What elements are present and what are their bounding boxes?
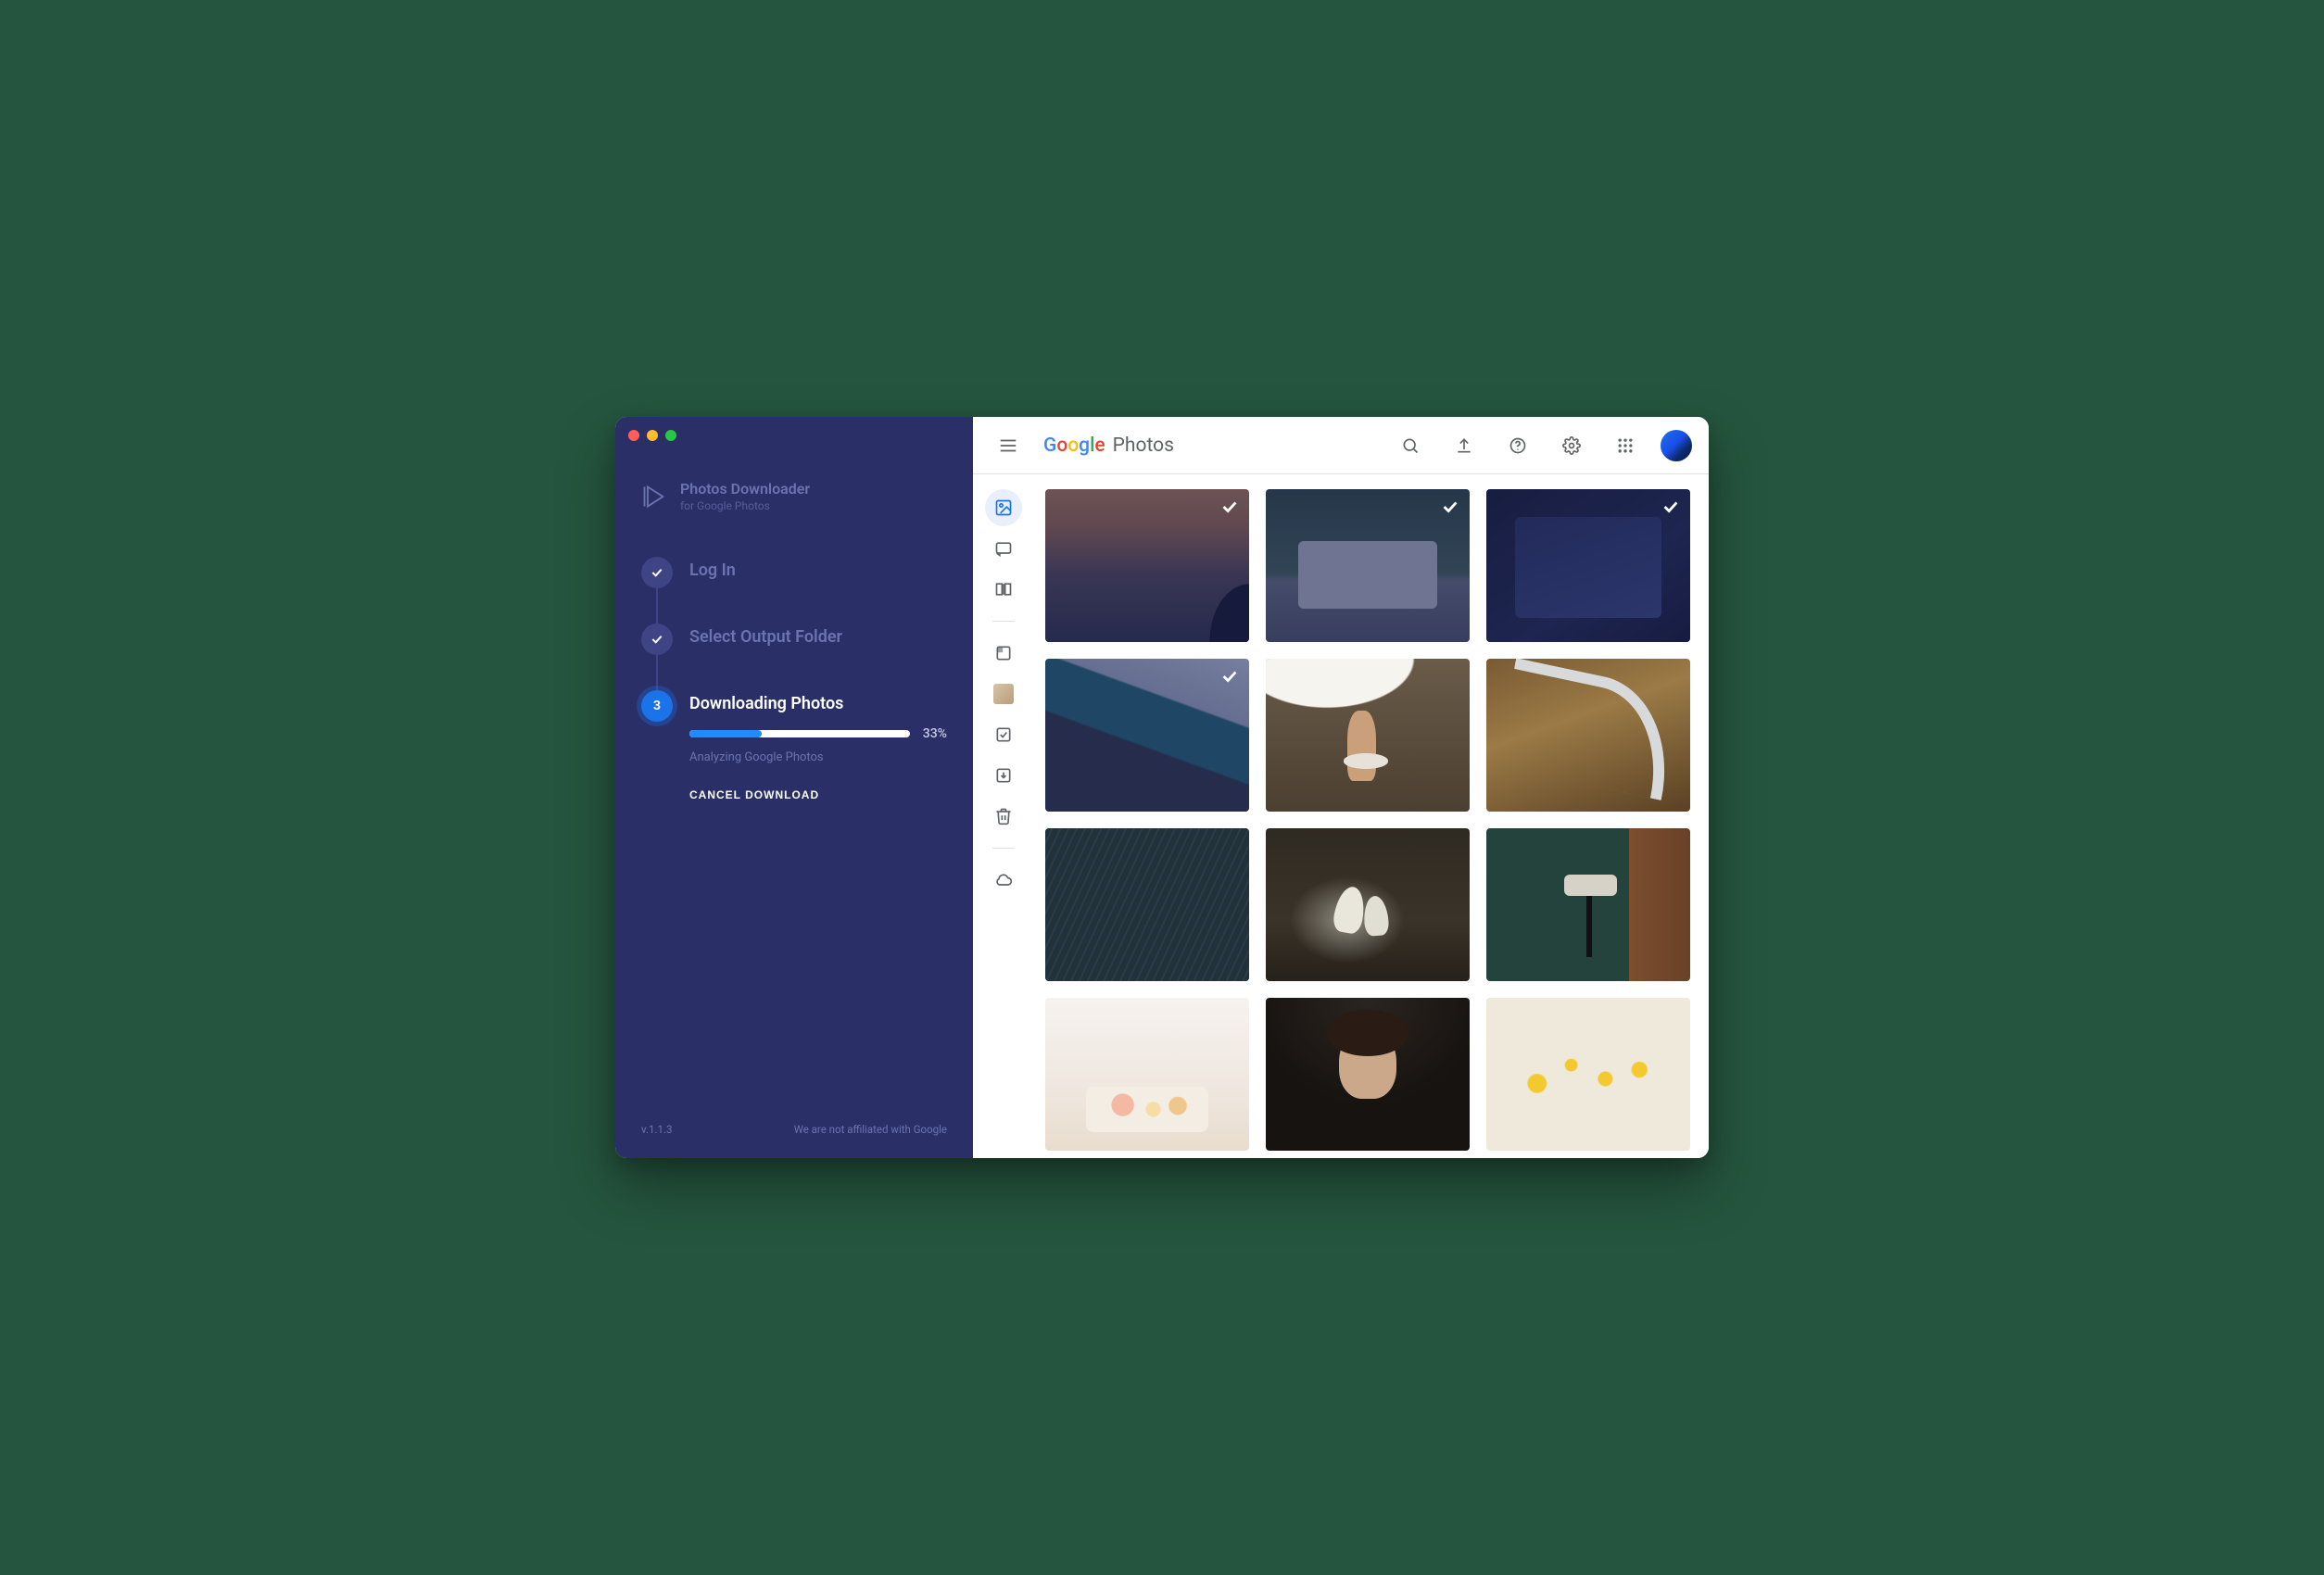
step-login-indicator: [641, 557, 673, 588]
gear-icon[interactable]: [1553, 427, 1590, 464]
step-login[interactable]: Log In: [641, 557, 947, 624]
step-output-folder-label: Select Output Folder: [689, 624, 842, 647]
app-subtitle: for Google Photos: [680, 499, 810, 512]
check-icon: [1661, 497, 1681, 517]
gp-nav-rail: [973, 474, 1034, 1158]
progress-bar: [689, 730, 910, 737]
gp-topbar: Google Photos: [973, 417, 1709, 474]
progress-bar-fill: [689, 730, 762, 737]
menu-icon[interactable]: [990, 427, 1027, 464]
window-close-button[interactable]: [628, 430, 639, 441]
rail-albums-icon[interactable]: [985, 635, 1022, 672]
app-disclaimer: We are not affiliated with Google: [794, 1123, 947, 1136]
help-icon[interactable]: [1499, 427, 1536, 464]
cancel-download-button[interactable]: CANCEL DOWNLOAD: [689, 788, 819, 801]
app-title: Photos Downloader: [680, 480, 810, 498]
check-icon: [1219, 497, 1240, 517]
step-output-folder-indicator: [641, 624, 673, 655]
photo-thumb[interactable]: [1266, 998, 1470, 1151]
photo-thumb[interactable]: [1486, 828, 1690, 981]
photo-grid-scroll[interactable]: [1034, 474, 1709, 1158]
photo-thumb[interactable]: [1045, 489, 1249, 642]
photo-thumb[interactable]: [1486, 659, 1690, 812]
photo-thumb[interactable]: [1045, 828, 1249, 981]
step-list: Log In Select Output Folder 3 Downloadin…: [615, 557, 973, 802]
apps-icon[interactable]: [1607, 427, 1644, 464]
step-login-label: Log In: [689, 557, 736, 580]
rail-archive-icon[interactable]: [985, 757, 1022, 794]
people-thumb-icon: [993, 684, 1014, 704]
photo-thumb[interactable]: [1266, 489, 1470, 642]
app-titles: Photos Downloader for Google Photos: [680, 480, 810, 512]
rail-sharing-icon[interactable]: [985, 530, 1022, 567]
google-photos-logo[interactable]: Google Photos: [1043, 435, 1174, 457]
window-zoom-button[interactable]: [665, 430, 676, 441]
upload-icon[interactable]: [1446, 427, 1483, 464]
app-version: v.1.1.3: [641, 1123, 672, 1136]
download-progress: 33% Analyzing Google Photos CANCEL DOWNL…: [689, 726, 947, 802]
sidebar-footer: v.1.1.3 We are not affiliated with Googl…: [615, 1123, 973, 1158]
step-downloading: 3 Downloading Photos 33% Analyzing Googl: [641, 690, 947, 802]
rail-favorites-icon[interactable]: [985, 716, 1022, 753]
window-controls: [628, 430, 676, 441]
rail-trash-icon[interactable]: [985, 798, 1022, 835]
app-logo-icon: [641, 484, 667, 510]
gp-body: [973, 474, 1709, 1158]
rail-library-icon[interactable]: [985, 571, 1022, 608]
photo-thumb[interactable]: [1045, 998, 1249, 1151]
google-photos-pane: Google Photos: [973, 417, 1709, 1158]
search-icon[interactable]: [1392, 427, 1429, 464]
check-icon: [1440, 497, 1460, 517]
photo-grid: [1045, 489, 1690, 1151]
photo-thumb[interactable]: [1266, 659, 1470, 812]
app-window: Photos Downloader for Google Photos Log …: [615, 417, 1709, 1158]
step-downloading-indicator: 3: [641, 690, 673, 722]
rail-cloud-icon[interactable]: [985, 862, 1022, 899]
photo-thumb[interactable]: [1486, 998, 1690, 1151]
photo-thumb[interactable]: [1266, 828, 1470, 981]
progress-status: Analyzing Google Photos: [689, 750, 947, 764]
step-downloading-label: Downloading Photos: [689, 690, 947, 713]
rail-people-thumb[interactable]: [985, 675, 1022, 712]
progress-percent: 33%: [923, 726, 947, 741]
check-icon: [1219, 666, 1240, 687]
window-minimize-button[interactable]: [647, 430, 658, 441]
google-photos-logo-text: Photos: [1113, 435, 1174, 457]
step-downloading-number: 3: [653, 699, 661, 713]
step-output-folder[interactable]: Select Output Folder: [641, 624, 947, 690]
photo-thumb[interactable]: [1045, 659, 1249, 812]
sidebar: Photos Downloader for Google Photos Log …: [615, 417, 973, 1158]
rail-photos-icon[interactable]: [985, 489, 1022, 526]
account-avatar[interactable]: [1661, 430, 1692, 461]
photo-thumb[interactable]: [1486, 489, 1690, 642]
